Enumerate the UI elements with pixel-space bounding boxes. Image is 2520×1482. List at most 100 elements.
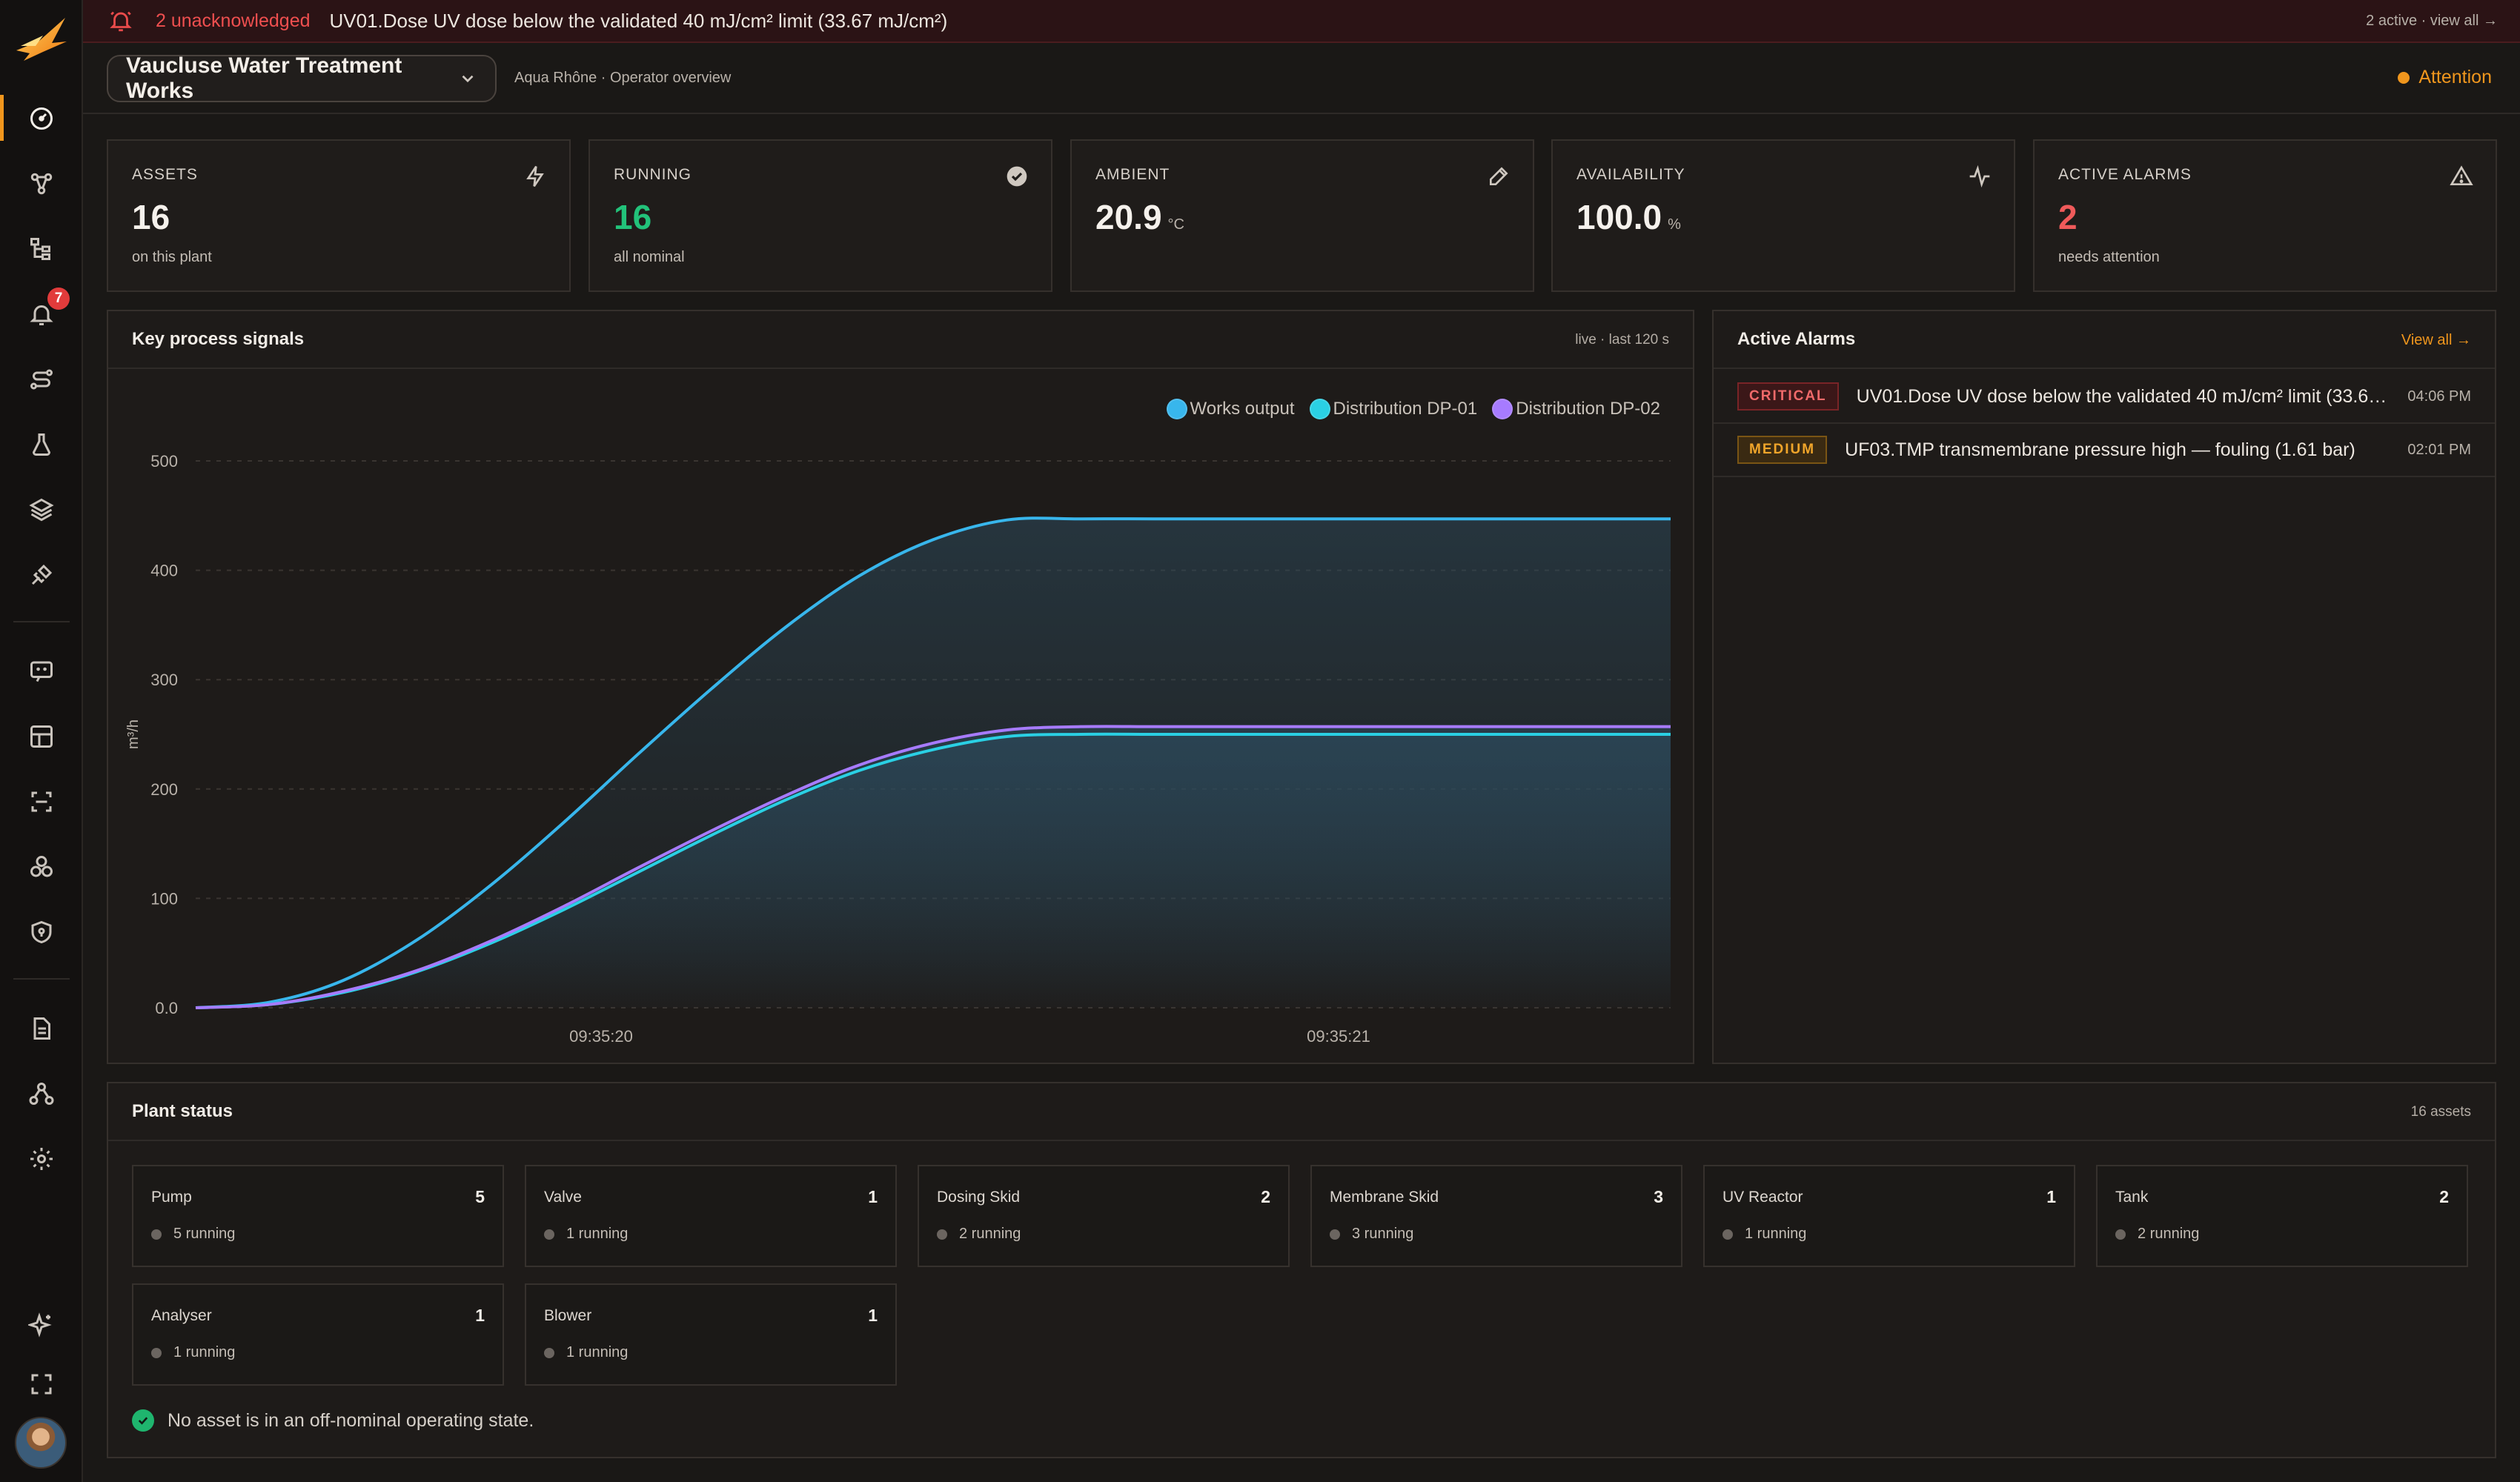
asset-state-label: 1 running [566, 1226, 629, 1242]
kpi-value: 20.9 °C [1095, 197, 1184, 237]
asset-count: 1 [475, 1306, 485, 1325]
asset-type: Dosing Skid [937, 1189, 1021, 1206]
kpi-card-availability[interactable]: AVAILABILITY 100.0% [1551, 139, 2015, 292]
nav-layers-icon[interactable] [19, 488, 64, 532]
y-tick-label: 400 [150, 562, 178, 580]
y-tick-label: 500 [150, 452, 178, 471]
asset-count: 2 [1261, 1187, 1270, 1206]
bell-alert-icon [110, 11, 132, 32]
asset-state: 1 running [151, 1344, 235, 1361]
nav-settings-icon[interactable] [19, 1137, 64, 1181]
panel-title: Active Alarms [1737, 329, 1856, 349]
asset-type: Valve [544, 1189, 582, 1206]
kpi-card-active-alarms[interactable]: ACTIVE ALARMS 2 needs attention [2033, 139, 2497, 292]
kpi-card-ambient[interactable]: AMBIENT 20.9 °C [1070, 139, 1534, 292]
nav-overview-icon[interactable] [19, 96, 64, 141]
kpi-card-running[interactable]: RUNNING 16 all nominal [588, 139, 1052, 292]
nav-chat-icon[interactable] [19, 649, 64, 694]
asset-count: 1 [868, 1306, 878, 1325]
asset-card-uv-reactor[interactable]: UV Reactor 1 1 running [1703, 1165, 2075, 1267]
alarm-row[interactable]: CRITICAL UV01.Dose UV dose below the val… [1714, 370, 2495, 424]
nav-assistant-icon[interactable] [19, 1303, 64, 1347]
nav-routes-icon[interactable] [19, 357, 64, 402]
asset-card-membrane-skid[interactable]: Membrane Skid 3 3 running [1310, 1165, 1682, 1267]
nav-lab-icon[interactable] [19, 422, 64, 467]
nav-hierarchy-icon[interactable] [19, 227, 64, 271]
nav-fullscreen-icon[interactable] [19, 1362, 64, 1406]
kpi-value: 100.0% [1576, 197, 1681, 237]
panel-header: Key process signals live · last 120 s [108, 311, 1693, 369]
asset-state: 5 running [151, 1226, 235, 1243]
alarm-text: UF03.TMP transmembrane pressure high — f… [1845, 439, 2355, 460]
kpi-card-assets[interactable]: ASSETS 16 on this plant [107, 139, 571, 292]
nav-reports-icon[interactable] [19, 1006, 64, 1051]
page-header: Vaucluse Water Treatment Works Aqua Rhôn… [83, 43, 2520, 114]
severity-badge: MEDIUM [1737, 436, 1828, 464]
nav-security-icon[interactable] [19, 910, 64, 954]
view-all-alarms-link[interactable]: View all → [2401, 332, 2471, 349]
plant-selector[interactable]: Vaucluse Water Treatment Works [107, 53, 497, 103]
asset-state: 2 running [2115, 1226, 2199, 1243]
nav-integrations-icon[interactable] [19, 553, 64, 597]
plant-name: Vaucluse Water Treatment Works [126, 53, 402, 103]
asset-card-pump[interactable]: Pump 5 5 running [132, 1165, 504, 1267]
plant-status-indicator: Attention [2398, 67, 2492, 88]
state-dot [1722, 1229, 1733, 1240]
asset-card-valve[interactable]: Valve 1 1 running [525, 1165, 897, 1267]
state-dot [2115, 1229, 2126, 1240]
nav-grid-icon[interactable] [19, 714, 64, 759]
state-dot [544, 1229, 554, 1240]
warning-icon [2450, 165, 2473, 185]
asset-card-dosing-skid[interactable]: Dosing Skid 2 2 running [918, 1165, 1290, 1267]
asset-count: 1 [2046, 1187, 2056, 1206]
nav-org-icon[interactable] [19, 1071, 64, 1116]
state-dot [151, 1347, 162, 1358]
asset-type: Membrane Skid [1330, 1189, 1439, 1206]
x-tick-label: 09:35:21 [1307, 1027, 1370, 1046]
kpi-label: ACTIVE ALARMS [2058, 166, 2192, 183]
kpi-value: 2 [2058, 197, 2078, 237]
asset-card-blower[interactable]: Blower 1 1 running [525, 1283, 897, 1386]
brand-logo-icon[interactable] [13, 13, 70, 64]
chart-live-window: live · last 120 s [1575, 332, 1669, 348]
alarm-time: 02:01 PM [2407, 441, 2471, 458]
asset-type: Tank [2115, 1189, 2149, 1206]
chevron-down-icon [462, 75, 474, 83]
kpi-subtext: all nominal [614, 249, 685, 265]
y-axis-label: m³/h [125, 720, 142, 749]
kpi-unit: % [1668, 216, 1681, 233]
banner-alarm-message: UV01.Dose UV dose below the validated 40… [329, 9, 948, 32]
unacknowledged-count[interactable]: 2 unacknowledged [156, 10, 311, 32]
nav-modules-icon[interactable] [19, 845, 64, 889]
key-process-signals-panel: Key process signals live · last 120 s Wo… [107, 310, 1694, 1064]
asset-state: 1 running [544, 1226, 628, 1243]
y-tick-label: 300 [150, 671, 178, 689]
asset-state-label: 1 running [1745, 1226, 1807, 1242]
asset-type: Blower [544, 1307, 592, 1324]
plant-status-panel: Plant status 16 assets Pump 5 5 running … [107, 1082, 2496, 1458]
plant-status-label: Attention [2418, 67, 2492, 87]
nav-alarms-icon[interactable]: 7 [19, 288, 70, 336]
nav-scan-icon[interactable] [19, 780, 64, 824]
asset-count: 1 [868, 1187, 878, 1206]
asset-type: UV Reactor [1722, 1189, 1803, 1206]
process-signals-chart[interactable]: 0.0 100 200 300 400 500 m³/h 09:35:20 09:35:21 [108, 370, 1693, 1064]
nav-topology-icon[interactable] [19, 162, 64, 206]
asset-state: 1 running [544, 1344, 628, 1361]
asset-card-tank[interactable]: Tank 2 2 running [2096, 1165, 2468, 1267]
asset-state-label: 1 running [566, 1344, 629, 1360]
active-alarms-panel: Active Alarms View all → CRITICAL UV01.D… [1712, 310, 2496, 1064]
kpi-label: ASSETS [132, 166, 198, 183]
alarm-banner[interactable]: 2 unacknowledged UV01.Dose UV dose below… [83, 0, 2520, 43]
kpi-label: RUNNING [614, 166, 692, 183]
state-dot [937, 1229, 947, 1240]
asset-card-analyser[interactable]: Analyser 1 1 running [132, 1283, 504, 1386]
nominal-status-text: No asset is in an off-nominal operating … [168, 1409, 534, 1431]
user-avatar[interactable] [15, 1417, 67, 1469]
alarm-row[interactable]: MEDIUM UF03.TMP transmembrane pressure h… [1714, 424, 2495, 477]
banner-view-all-link[interactable]: 2 active · view all → [2366, 13, 2498, 30]
nav-divider [13, 978, 70, 980]
nominal-status-message: No asset is in an off-nominal operating … [132, 1409, 534, 1432]
asset-state-label: 2 running [959, 1226, 1021, 1242]
active-nav-indicator [0, 95, 4, 141]
